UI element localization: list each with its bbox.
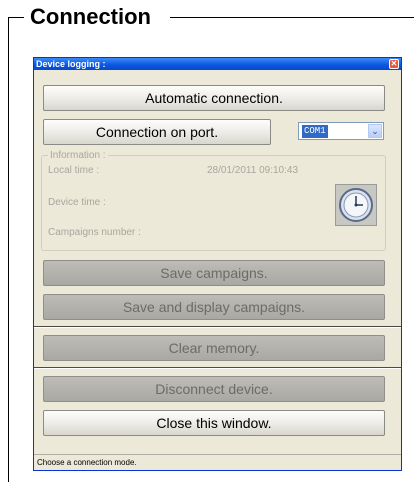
connection-on-port-button[interactable]: Connection on port. [43, 119, 271, 145]
clock-icon [335, 184, 377, 226]
port-select[interactable]: COM1 ⌄ [298, 122, 384, 140]
frame-title: Connection [30, 4, 151, 29]
information-group: Information : Local time : 28/01/2011 09… [41, 150, 386, 251]
separator [34, 367, 401, 369]
automatic-connection-button[interactable]: Automatic connection. [43, 85, 385, 111]
information-legend: Information : [48, 150, 108, 161]
chevron-down-icon[interactable]: ⌄ [368, 124, 382, 138]
port-select-value: COM1 [302, 125, 328, 138]
close-icon[interactable]: ✕ [389, 59, 399, 69]
clear-memory-button[interactable]: Clear memory. [43, 335, 385, 361]
frame-border-top-left [8, 17, 24, 18]
local-time-value: 28/01/2011 09:10:43 [207, 165, 299, 176]
window-title: Device logging : [36, 59, 106, 69]
device-time-label: Device time : [48, 197, 106, 208]
status-bar: Choose a connection mode. [34, 454, 401, 470]
campaigns-number-label: Campaigns number : [48, 227, 141, 238]
frame-border-left [8, 17, 9, 482]
separator [34, 326, 401, 328]
local-time-label: Local time : [48, 165, 100, 176]
device-logging-window: Device logging : ✕ Automatic connection.… [33, 57, 402, 471]
close-window-button[interactable]: Close this window. [43, 410, 385, 436]
disconnect-device-button[interactable]: Disconnect device. [43, 376, 385, 402]
frame-border-top-right [170, 17, 414, 18]
save-campaigns-button[interactable]: Save campaigns. [43, 260, 385, 286]
window-titlebar[interactable]: Device logging : ✕ [34, 58, 401, 70]
save-display-campaigns-button[interactable]: Save and display campaigns. [43, 294, 385, 320]
